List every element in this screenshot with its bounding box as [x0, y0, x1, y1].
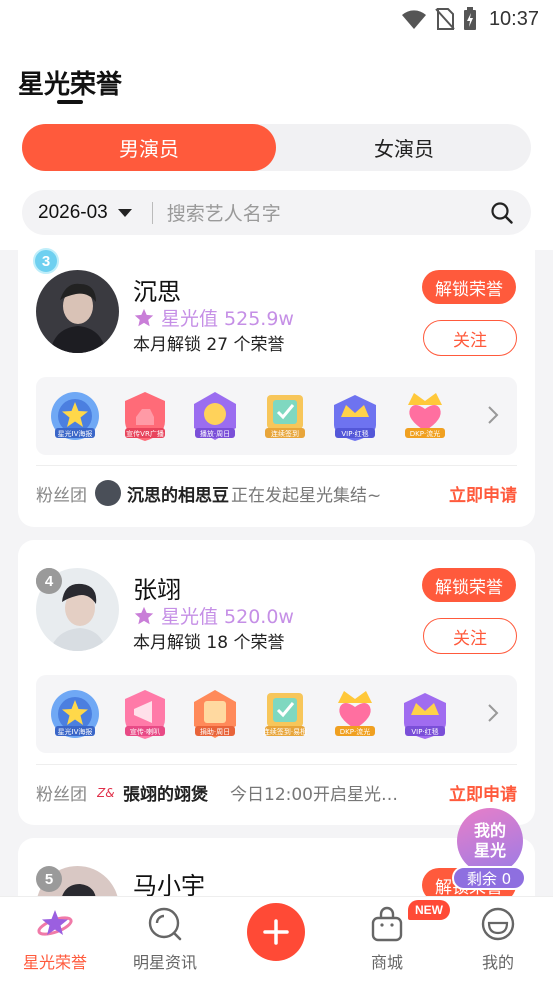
shopping-bag-icon	[368, 905, 406, 943]
news-search-icon	[146, 905, 184, 943]
badge-icon: 捐助·周日	[194, 690, 236, 738]
unlock-honor-button[interactable]: 解锁荣誉	[422, 270, 516, 304]
score-text: 星光值 525.9w	[161, 308, 294, 330]
star-planet-icon	[36, 905, 74, 943]
fan-club-logo: Z&	[97, 786, 115, 800]
apply-now-link[interactable]: 立即申请	[449, 481, 517, 506]
gender-tabs: 男演员 女演员	[22, 124, 531, 171]
month-selector[interactable]: 2026-03	[38, 202, 108, 224]
svg-text:VIP·红毯: VIP·红毯	[341, 429, 368, 438]
fan-club-row: 粉丝团 Z& 張翊的翊煲 今日12:00开启星光… 立即申请	[36, 777, 517, 807]
nav-label: 星光荣誉	[22, 953, 87, 972]
follow-button[interactable]: 关注	[423, 320, 517, 356]
divider	[36, 465, 517, 466]
star-score: 星光值 525.9w	[133, 304, 294, 331]
badge-icon: DKP·流光	[335, 691, 375, 736]
nav-label: 明星资讯	[132, 953, 197, 972]
fan-club-row: 粉丝团 沉思的相思豆 正在发起星光集结~ 立即申请	[36, 478, 517, 508]
badge-icon: 星光IV海报	[51, 392, 99, 440]
fan-club-desc: 正在发起星光集结~	[231, 485, 382, 506]
star-icon	[134, 308, 154, 326]
nav-label: 我的	[481, 953, 514, 972]
rank-badge: 3	[33, 248, 59, 274]
star-icon	[134, 606, 154, 624]
badge-icon: DKP·流光	[405, 393, 445, 438]
fan-club-name: 沉思的相思豆	[127, 485, 229, 506]
svg-text:播放·周日: 播放·周日	[200, 429, 230, 438]
battery-charging-icon	[463, 7, 476, 30]
wifi-icon	[401, 10, 426, 29]
no-sim-icon	[435, 8, 455, 30]
svg-text:宣传VR广播: 宣传VR广播	[126, 429, 164, 438]
tab-male-actors[interactable]: 男演员	[22, 124, 276, 171]
nav-label: 商城	[370, 953, 403, 972]
search-input[interactable]: 搜索艺人名字	[167, 199, 487, 226]
svg-text:宣传·喇叭: 宣传·喇叭	[130, 727, 160, 736]
badge-icon: 宣传·喇叭	[125, 690, 165, 739]
fan-club-label: 粉丝团	[36, 784, 87, 805]
status-icons: 10:37	[401, 6, 539, 32]
svg-text:VIP·红毯: VIP·红毯	[411, 727, 438, 736]
float-line2: 星光	[473, 841, 506, 860]
honor-badges-strip[interactable]: 星光IV海报 宣传·喇叭 捐助·周日 连续签到·易橙 DKP·流光 VIP·红毯	[36, 675, 517, 753]
badge-icon: 连续签到	[265, 395, 305, 438]
badge-icon: 连续签到·易橙	[263, 693, 307, 736]
artist-name: 沉思	[133, 278, 181, 306]
apply-now-link[interactable]: 立即申请	[449, 780, 517, 805]
nav-star-honor[interactable]: 星光荣誉	[5, 905, 105, 972]
fan-club-label: 粉丝团	[36, 485, 87, 506]
nav-mine[interactable]: 我的	[448, 905, 548, 972]
rank-badge: 5	[36, 866, 62, 892]
fan-club-name: 張翊的翊煲	[123, 784, 208, 805]
nav-star-news[interactable]: 明星资讯	[115, 905, 215, 972]
fan-club-desc: 今日12:00开启星光…	[230, 784, 398, 805]
monthly-unlock-text: 本月解锁 18 个荣誉	[133, 633, 285, 653]
star-score: 星光值 520.0w	[133, 602, 294, 629]
badge-icon: VIP·红毯	[404, 693, 446, 739]
svg-text:连续签到·易橙: 连续签到·易橙	[263, 727, 307, 736]
status-bar: 10:37	[0, 0, 553, 40]
svg-text:星光IV海报: 星光IV海报	[58, 727, 93, 736]
header: 星光荣誉 男演员 女演员 2026-03 搜索艺人名字	[0, 40, 553, 250]
svg-text:连续签到: 连续签到	[271, 429, 299, 438]
svg-text:Z&: Z&	[97, 786, 115, 800]
add-post-button[interactable]	[247, 903, 305, 961]
honor-badges-strip[interactable]: 星光IV海报 宣传VR广播 播放·周日 连续签到 VIP·红毯 DKP·流光	[36, 377, 517, 455]
divider	[151, 201, 153, 224]
divider	[36, 764, 517, 765]
avatar[interactable]	[36, 270, 119, 353]
filter-bar: 2026-03 搜索艺人名字	[22, 190, 531, 235]
float-line1: 我的	[473, 821, 506, 840]
artist-card: 4 4 张翊 星光值 520.0w 本月解锁 18 个荣誉 解锁荣誉 关注 星光…	[18, 540, 535, 825]
svg-text:DKP·流光: DKP·流光	[340, 727, 370, 736]
follow-button[interactable]: 关注	[423, 618, 517, 654]
chevron-right-icon[interactable]	[487, 703, 499, 723]
new-badge: NEW	[408, 900, 450, 920]
monthly-unlock-text: 本月解锁 27 个荣誉	[133, 335, 285, 355]
badge-icon: 星光IV海报	[51, 690, 99, 738]
artist-name: 张翊	[133, 576, 181, 604]
remaining-count-pill[interactable]: 剩余 0	[452, 866, 526, 890]
caret-down-icon[interactable]	[117, 208, 132, 217]
badge-icon: 宣传VR广播	[125, 392, 165, 441]
score-text: 星光值 520.0w	[161, 606, 294, 628]
svg-text:捐助·周日: 捐助·周日	[200, 727, 230, 736]
fan-club-avatar	[95, 480, 121, 506]
badge-icon: 播放·周日	[194, 392, 236, 440]
plus-icon	[263, 919, 289, 945]
smiley-icon	[479, 905, 517, 943]
search-icon[interactable]	[487, 198, 517, 228]
svg-text:DKP·流光: DKP·流光	[410, 429, 440, 438]
page-title: 星光荣誉	[18, 70, 123, 100]
chevron-right-icon[interactable]	[487, 405, 499, 425]
tab-female-actors[interactable]: 女演员	[277, 124, 531, 171]
artist-card: 3 沉思 星光值 525.9w 本月解锁 27 个荣誉 解锁荣誉 关注 星光IV…	[18, 248, 535, 527]
svg-text:星光IV海报: 星光IV海报	[58, 429, 93, 438]
title-underline	[57, 100, 83, 104]
rank-badge-overlay: 4	[36, 568, 62, 594]
unlock-honor-button[interactable]: 解锁荣誉	[422, 568, 516, 602]
my-star-float-button[interactable]: 我的 星光	[457, 808, 523, 874]
clock: 10:37	[488, 7, 539, 30]
badge-icon: VIP·红毯	[334, 395, 376, 441]
